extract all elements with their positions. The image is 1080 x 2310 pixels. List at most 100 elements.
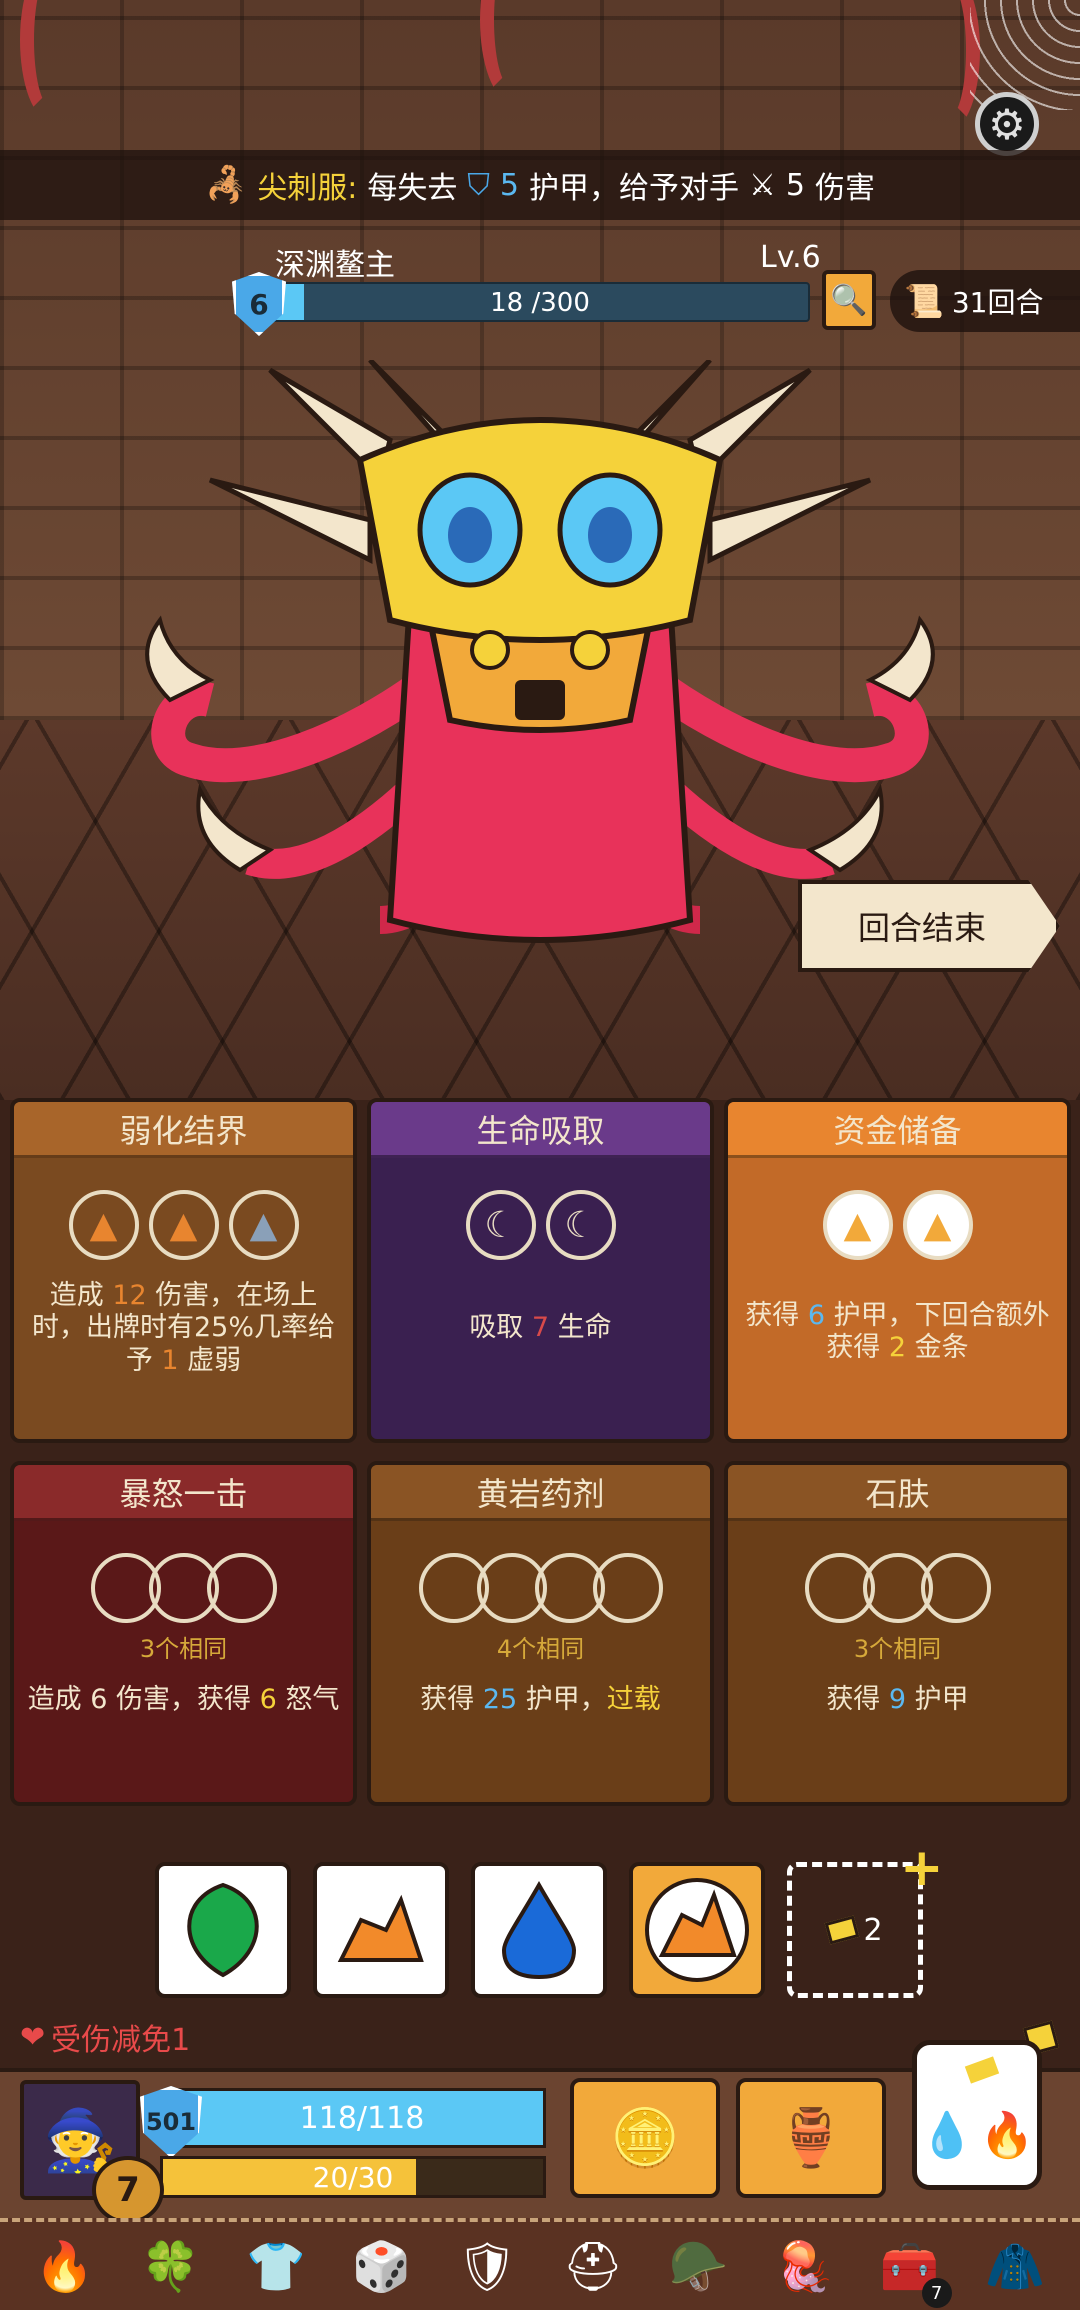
enemy-shield-value: 6: [249, 287, 269, 321]
equipment-bar: 🔥 🍀 👕 🎲 🛡 ⛑ 🪖 🪼 🧰 7 🧥: [0, 2218, 1080, 2310]
scroll-icon: 📜: [904, 282, 944, 320]
card-description: 造成 6 伤害，获得 6 怒气: [14, 1684, 353, 1716]
heart-icon: ❤: [20, 2019, 46, 2055]
card-title: 弱化结界: [14, 1102, 353, 1158]
gold-bar-count: 2: [863, 1912, 883, 1948]
water-die[interactable]: [471, 1862, 607, 1998]
card-requirement: 3个相同: [853, 1635, 942, 1663]
player-energy-bar: 20/30: [160, 2156, 546, 2198]
card-requirement: 3个相同: [139, 1635, 228, 1663]
card-slots: ▲ ▲: [728, 1190, 1067, 1260]
gold-bag-icon[interactable]: 7: [92, 2156, 164, 2224]
desc-text: 吸取: [469, 1312, 532, 1343]
rock-die-slot[interactable]: ▲: [68, 1190, 139, 1260]
boss-trait-damage: 5: [785, 167, 806, 203]
moss-relic-equipment-icon[interactable]: 🍀: [130, 2226, 210, 2306]
leaf-die[interactable]: [155, 1862, 291, 1998]
rock-die-slot[interactable]: ▲: [148, 1190, 219, 1260]
desc-text: 金条: [906, 1332, 969, 1364]
gold-helmet-equipment-icon[interactable]: ⛑: [553, 2226, 633, 2306]
end-turn-button[interactable]: 回合结束: [798, 880, 1060, 972]
skill-card[interactable]: 石肤 3个相同 获得 9 护甲: [724, 1461, 1071, 1806]
desc-text: 护甲，: [517, 1684, 607, 1715]
skill-card[interactable]: 生命吸取 ☾ ☾ 吸取 7 生命: [367, 1098, 714, 1443]
desc-value: 6: [259, 1684, 277, 1715]
boss-trait-text-after: 伤害: [815, 171, 876, 206]
card-title: 黄岩药剂: [371, 1465, 710, 1521]
magnifier-icon[interactable]: 🔍: [822, 270, 876, 330]
moon-die-slot[interactable]: ☾: [465, 1190, 536, 1260]
turn-counter: 📜 31回合: [890, 270, 1080, 332]
leaf-icon: [187, 1882, 259, 1978]
desc-text: 获得: [745, 1300, 808, 1331]
card-slots: ▲ ▲ ▲: [14, 1190, 353, 1260]
rock-icon: [645, 1878, 749, 1982]
card-title: 生命吸取: [371, 1102, 710, 1158]
rock-icon: [337, 1894, 424, 1962]
abyss-monster[interactable]: [130, 360, 950, 960]
damage-reduce-status: ❤ 受伤减免1: [20, 2015, 190, 2059]
desc-text: 生命: [549, 1312, 612, 1343]
enemy-hp-text: 18 /300: [490, 288, 590, 318]
card-requirement: 4个相同: [496, 1635, 585, 1663]
desc-value: 2: [888, 1332, 907, 1364]
rock-die-selected[interactable]: [629, 1862, 765, 1998]
gear-icon[interactable]: ⚙: [975, 92, 1039, 156]
blue-tunic-equipment-icon[interactable]: 👕: [236, 2226, 316, 2306]
roll-dice-button[interactable]: 💧 🔥: [912, 2040, 1042, 2190]
desc-value: 9: [888, 1684, 907, 1715]
moon-die-slot[interactable]: ☾: [545, 1190, 616, 1260]
jellyfish-equipment-icon[interactable]: 🪼: [764, 2226, 844, 2306]
treasure-pot-button[interactable]: 🏺: [736, 2078, 886, 2198]
desc-text: 造成: [49, 1280, 113, 1311]
skill-card[interactable]: 暴怒一击 3个相同 造成 6 伤害，获得 6 怒气: [10, 1461, 357, 1806]
rock-die-slot[interactable]: ▲: [902, 1190, 973, 1260]
desc-value: 6: [807, 1300, 826, 1331]
empty-die-slot[interactable]: [592, 1553, 663, 1623]
heart-shield-equipment-icon[interactable]: 🛡: [447, 2226, 527, 2306]
flame-heart-equipment-icon[interactable]: 🔥: [25, 2226, 105, 2306]
viking-helmet-equipment-icon[interactable]: 🪖: [658, 2226, 738, 2306]
enemy-level: Lv.6: [760, 240, 821, 275]
card-title: 石肤: [728, 1465, 1067, 1521]
boss-trait-name: 尖刺服:: [257, 171, 358, 206]
coins-button[interactable]: 🪙: [570, 2078, 720, 2198]
orange-sweater-equipment-icon[interactable]: 🧥: [975, 2226, 1055, 2306]
desc-text: 造成: [27, 1684, 91, 1715]
boss-trait-icon: 🦂: [204, 165, 248, 205]
treasure-pot-icon: 🏺: [776, 2106, 846, 2171]
equipment-count-badge: 7: [921, 2278, 952, 2308]
skill-card[interactable]: 黄岩药剂 4个相同 获得 25 护甲，过载: [367, 1461, 714, 1806]
empty-die-slot[interactable]: [920, 1553, 991, 1623]
desc-value: 过载: [606, 1684, 661, 1715]
desc-text: 虚弱: [178, 1344, 242, 1376]
rock-die[interactable]: [313, 1862, 449, 1998]
armor-icon: ⛉: [467, 167, 490, 203]
water-drop-icon: 💧: [919, 2110, 975, 2161]
desc-value: 6: [90, 1684, 108, 1715]
skill-cards: 弱化结界 ▲ ▲ ▲ 造成 12 伤害，在场上时，出牌时有25%几率给予 1 虚…: [10, 1098, 1071, 1806]
card-title: 资金储备: [728, 1102, 1067, 1158]
player-shield-value: 501: [145, 2108, 197, 2136]
rock-die-slot[interactable]: ▲: [228, 1190, 299, 1260]
boss-trait-text-middle: 护甲，给予对手: [529, 171, 740, 206]
desc-text: 怒气: [276, 1684, 340, 1715]
card-slots: [371, 1553, 710, 1623]
fire-icon: 🔥: [979, 2110, 1035, 2161]
card-title: 暴怒一击: [14, 1465, 353, 1521]
boss-trait-armor: 5: [499, 167, 520, 203]
desc-text: 获得: [420, 1684, 483, 1715]
skill-card[interactable]: 资金储备 ▲ ▲ 获得 6 护甲，下回合额外获得 2 金条: [724, 1098, 1071, 1443]
desc-value: 25: [482, 1684, 518, 1715]
treasure-chest-equipment-icon[interactable]: 🧰 7: [870, 2226, 952, 2308]
player-hp-text: 118/118: [299, 2100, 425, 2136]
rock-die-slot[interactable]: ▲: [822, 1190, 893, 1260]
desc-value: 12: [112, 1280, 147, 1311]
add-slot-plus-icon[interactable]: +: [900, 1838, 944, 1898]
card-slots: [14, 1553, 353, 1623]
end-turn-label: 回合结束: [858, 909, 987, 947]
skill-card[interactable]: 弱化结界 ▲ ▲ ▲ 造成 12 伤害，在场上时，出牌时有25%几率给予 1 虚…: [10, 1098, 357, 1443]
empty-die-slot[interactable]: [206, 1553, 277, 1623]
dice-relic-equipment-icon[interactable]: 🎲: [342, 2226, 422, 2306]
dice-tray: 2: [155, 1862, 923, 1998]
